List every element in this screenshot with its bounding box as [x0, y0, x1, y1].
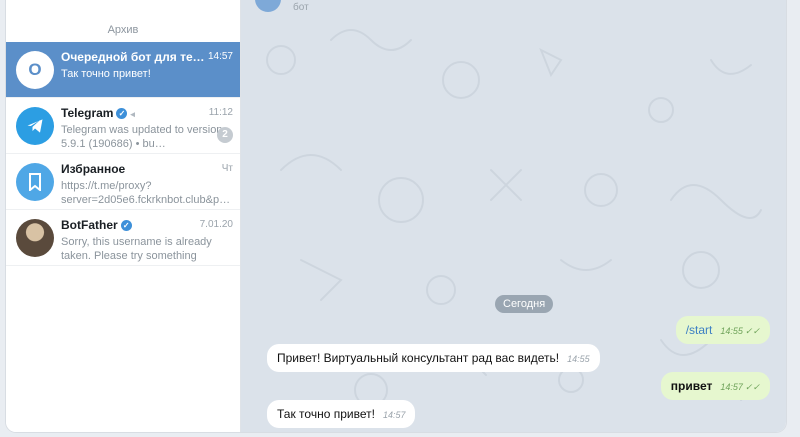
verified-icon: ✓ — [116, 108, 128, 119]
chat-list-sidebar: Архив О Очередной бот для теста 14:57 Та… — [6, 0, 241, 432]
chat-time: 14:57 — [207, 51, 233, 62]
message-bubble-incoming: Привет! Виртуальный консультант рад вас … — [267, 344, 600, 372]
chat-time: 11:12 — [208, 107, 233, 118]
chat-title: Избранное — [61, 162, 126, 176]
chat-preview: Telegram was updated to version 5.9.1 (1… — [61, 124, 223, 150]
chat-item-botfather[interactable]: BotFather ✓ 7.01.20 Sorry, this username … — [6, 210, 240, 266]
chat-time: Чт — [221, 163, 233, 174]
chat-area: бот Сегодня /start 14:55 ✓✓ Привет! Виртуа… — [241, 0, 786, 432]
message-time: 14:55 — [720, 326, 743, 336]
chat-preview: Sorry, this username is already taken. P… — [61, 236, 212, 262]
chat-preview: Так точно привет! — [61, 68, 151, 80]
chat-header-fragment: бот — [293, 2, 309, 13]
message-time: 14:57 — [720, 382, 743, 392]
double-check-icon: ✓✓ — [744, 382, 760, 392]
message-text: Привет! Виртуальный консультант рад вас … — [277, 351, 560, 365]
archive-header[interactable]: Архив — [6, 0, 240, 42]
chat-item-test-bot[interactable]: О Очередной бот для теста 14:57 Так точн… — [6, 42, 240, 98]
bookmark-icon — [16, 163, 54, 201]
verified-icon: ✓ — [120, 220, 132, 231]
chat-item-favorites[interactable]: Избранное Чт https://t.me/proxy?server=2… — [6, 154, 240, 210]
botfather-avatar — [16, 219, 54, 257]
chat-title: Telegram ✓ ◂ — [61, 106, 135, 120]
message-time: 14:57 — [382, 410, 406, 420]
telegram-logo-icon — [16, 107, 54, 145]
avatar: О — [16, 51, 54, 89]
message-bubble-incoming: Так точно привет! 14:57 — [267, 400, 416, 428]
double-check-icon: ✓✓ — [744, 326, 760, 336]
message-text[interactable]: /start — [686, 323, 713, 337]
message-text: Так точно привет! — [277, 407, 375, 421]
chat-title: Очередной бот для теста — [61, 50, 211, 64]
message-text: привет — [670, 379, 713, 393]
message-time: 14:55 — [567, 354, 590, 364]
chat-preview: https://t.me/proxy?server=2d05e6.fckrknb… — [61, 180, 229, 206]
chat-time: 7.01.20 — [199, 219, 233, 230]
message-bubble-outgoing: привет 14:57 ✓✓ — [660, 372, 770, 400]
telegram-window: Архив О Очередной бот для теста 14:57 Та… — [6, 0, 786, 432]
unread-badge: 2 — [217, 127, 233, 143]
message-bubble-outgoing: /start 14:55 ✓✓ — [675, 316, 770, 344]
chat-title: BotFather ✓ — [61, 218, 132, 232]
date-separator: Сегодня — [495, 295, 554, 313]
chat-item-telegram[interactable]: Telegram ✓ ◂ 11:12 Telegram was updated to… — [6, 98, 240, 154]
muted-icon: ◂ — [130, 109, 135, 119]
